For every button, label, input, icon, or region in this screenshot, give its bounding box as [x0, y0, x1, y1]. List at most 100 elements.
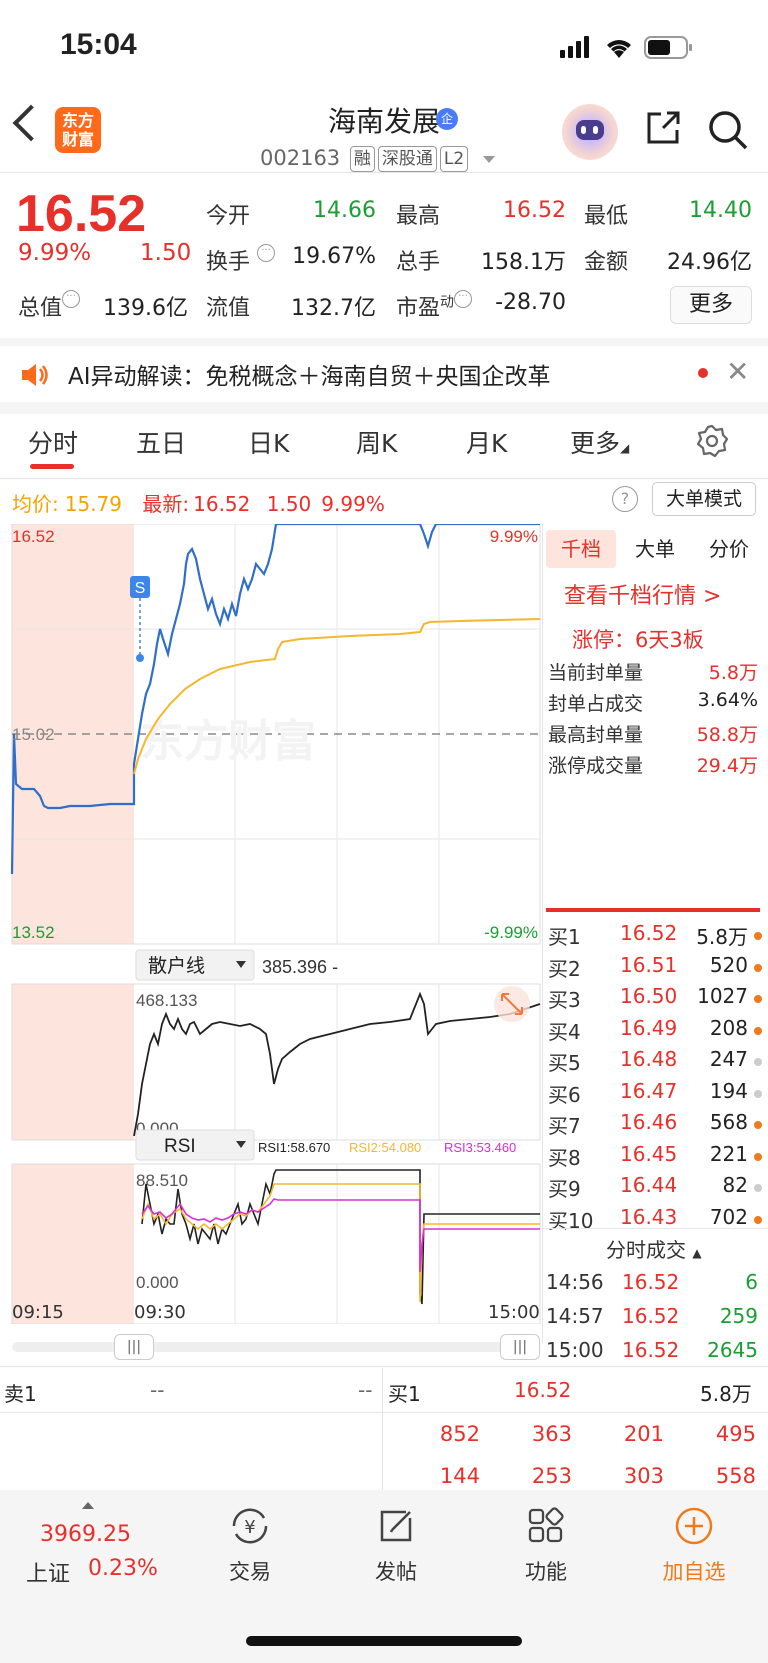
- add-watchlist-icon[interactable]: [674, 1506, 714, 1546]
- tick-row: 14:57 16.52 259: [544, 1304, 768, 1334]
- rsi-title: RSI: [164, 1136, 196, 1157]
- nav-trade-label[interactable]: 交易: [190, 1556, 310, 1586]
- rsi-y-max: 88.510: [136, 1171, 188, 1190]
- bid-row[interactable]: 买5 16.48 247: [544, 1047, 768, 1077]
- bid-row[interactable]: 买1 16.52 5.8万: [544, 921, 768, 951]
- tick-volume: 6: [745, 1270, 758, 1294]
- stat-label: 最高封单量: [548, 724, 644, 746]
- tab-weekly-k[interactable]: 周K: [356, 424, 397, 460]
- scroll-handle-left[interactable]: |||: [114, 1334, 154, 1360]
- more-button[interactable]: 更多: [670, 286, 752, 324]
- avg-price-row: 均价: 15.79 最新: 16.52 1.50 9.99%: [12, 492, 385, 516]
- bid-price: 16.48: [620, 1047, 678, 1071]
- info-icon[interactable]: ···: [454, 290, 473, 308]
- bid-row[interactable]: 买8 16.45 221: [544, 1142, 768, 1172]
- bid-dot: [754, 1121, 762, 1129]
- info-icon[interactable]: ···: [257, 244, 276, 262]
- tab-daily-k[interactable]: 日K: [248, 424, 289, 460]
- expand-up-icon[interactable]: [82, 1502, 94, 1509]
- bid-row[interactable]: 买7 16.46 568: [544, 1110, 768, 1140]
- bid-volume: 1027: [697, 984, 748, 1008]
- stat-label: 涨停成交量: [548, 755, 644, 777]
- pe-value: -28.70: [495, 290, 566, 315]
- y-mid-label: 15.02: [12, 725, 55, 744]
- watermark: 东方财富: [140, 716, 316, 767]
- nav-add-watchlist-label[interactable]: 加自选: [634, 1556, 754, 1586]
- bid-row[interactable]: 买10 16.43 702: [544, 1205, 768, 1235]
- bid-dot: [754, 932, 762, 940]
- index-value[interactable]: 3969.25: [40, 1522, 131, 1547]
- tab-depth[interactable]: 千档: [546, 530, 616, 568]
- bid-row[interactable]: 买2 16.51 520: [544, 953, 768, 983]
- stat-label: 当前封单量: [548, 662, 644, 684]
- bid-divider: [546, 908, 760, 912]
- tick-price: 16.52: [622, 1338, 680, 1362]
- bid-volume: 82: [722, 1173, 748, 1197]
- queue-volume: 144: [439, 1464, 480, 1488]
- scroll-handle-right[interactable]: |||: [500, 1334, 540, 1360]
- close-icon[interactable]: ✕: [726, 355, 749, 388]
- status-icons: [560, 36, 692, 59]
- tag-margin: 融: [349, 146, 375, 172]
- nav-post-label[interactable]: 发帖: [336, 1556, 456, 1586]
- bid-dot: [754, 1089, 762, 1098]
- wifi-icon: [607, 40, 631, 58]
- bid-price: 16.44: [620, 1173, 678, 1197]
- tick-price: 16.52: [622, 1270, 680, 1294]
- rsi2-line: [141, 1183, 540, 1303]
- tab-monthly-k[interactable]: 月K: [466, 424, 507, 460]
- speaker-icon: [22, 364, 48, 386]
- change-pct: 9.99%: [18, 240, 92, 266]
- bid-dot: [754, 1184, 762, 1192]
- bid-price: 16.50: [620, 984, 678, 1008]
- y-max-label: 16.52: [12, 527, 55, 546]
- stat-value: 5.8万: [708, 662, 758, 684]
- bid-row[interactable]: 买6 16.47 194: [544, 1079, 768, 1109]
- intraday-chart[interactable]: 东方财富 S 16.52 15.02 13.52 9.99% -9.99% 散户…: [0, 524, 544, 1324]
- tab-five-day[interactable]: 五日: [136, 424, 186, 460]
- bid-row[interactable]: 买3 16.50 1027: [544, 984, 768, 1014]
- bid-row[interactable]: 买4 16.49 208: [544, 1016, 768, 1046]
- dropdown-icon[interactable]: [482, 155, 495, 163]
- open-label: 今开: [206, 204, 251, 229]
- big-order-mode-button[interactable]: 大单模式: [652, 482, 756, 516]
- nav-function-label[interactable]: 功能: [486, 1556, 606, 1586]
- signal-marker: S: [135, 580, 146, 597]
- index-pct[interactable]: 0.23%: [88, 1556, 158, 1581]
- rsi1-legend: RSI1:58.670: [258, 1140, 330, 1155]
- info-icon[interactable]: ···: [62, 290, 81, 308]
- ai-insight-text[interactable]: AI异动解读：免税概念＋海南自贸＋央国企改革: [68, 357, 551, 391]
- trade-icon[interactable]: ¥: [228, 1506, 272, 1546]
- search-icon[interactable]: [706, 108, 750, 152]
- ticks-title[interactable]: 分时成交 ▲: [606, 1234, 702, 1263]
- total-value-label: 总值 ···: [18, 290, 81, 322]
- right-panel-tabs: 千档 大单 分价: [544, 530, 768, 568]
- chart-scrollbar[interactable]: [12, 1342, 540, 1352]
- queue-volume: 852: [439, 1422, 480, 1446]
- bid-price: 16.45: [620, 1141, 678, 1166]
- bid-label: 买7: [548, 1114, 581, 1138]
- depth-link[interactable]: 查看千档行情 >: [564, 578, 721, 610]
- expand-icon[interactable]: [494, 986, 530, 1022]
- bid-row[interactable]: 买9 16.44 82: [544, 1173, 768, 1203]
- bid-volume: 702: [709, 1204, 748, 1229]
- queue-volume: 253: [531, 1464, 572, 1488]
- tab-big-order[interactable]: 大单: [620, 530, 690, 568]
- bid-volume: 5.8万: [696, 925, 748, 949]
- tab-more[interactable]: 更多◢: [570, 424, 629, 460]
- tab-price-dist[interactable]: 分价: [694, 530, 764, 568]
- help-icon[interactable]: ?: [612, 486, 638, 512]
- premarket-shade-retail: [12, 984, 134, 1140]
- gear-icon[interactable]: [695, 424, 729, 458]
- index-name[interactable]: 上证: [26, 1556, 70, 1588]
- apps-icon[interactable]: [526, 1506, 566, 1546]
- tab-intraday[interactable]: 分时: [28, 424, 78, 460]
- x-label-open: 09:30: [134, 1302, 186, 1323]
- queue-volume: 303: [623, 1464, 664, 1488]
- bid-volume: 208: [709, 1015, 748, 1040]
- low-value: 14.40: [689, 198, 752, 223]
- stock-code-row[interactable]: 002163 融深股通 L2: [260, 146, 495, 172]
- post-icon[interactable]: [376, 1506, 416, 1546]
- share-icon[interactable]: [645, 110, 681, 146]
- bid-label: 买3: [548, 988, 581, 1012]
